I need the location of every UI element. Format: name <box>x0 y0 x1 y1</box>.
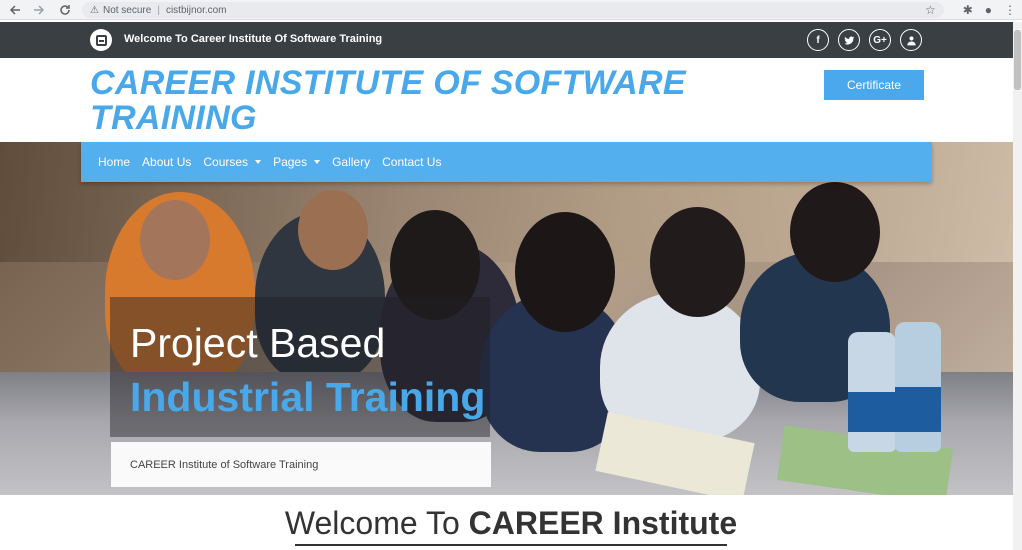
scrollbar-thumb[interactable] <box>1014 30 1021 90</box>
caret-down-icon <box>255 160 262 164</box>
caret-down-icon <box>314 160 321 164</box>
reload-button[interactable] <box>54 0 76 20</box>
facebook-icon[interactable]: f <box>807 29 829 51</box>
nav-item-label: Pages <box>273 155 308 169</box>
institute-logo-icon <box>90 29 112 51</box>
hero-subtitle: CAREER Institute of Software Training <box>111 442 491 487</box>
top-info-bar: Welcome To Career Institute Of Software … <box>0 22 1022 58</box>
nav-item-label: Courses <box>203 155 249 169</box>
student-figure <box>650 207 745 317</box>
twitter-icon[interactable] <box>838 29 860 51</box>
reload-icon <box>60 4 70 15</box>
nav-item-contact-us[interactable]: Contact Us <box>382 155 441 169</box>
back-button[interactable] <box>4 0 26 20</box>
extensions-icon[interactable]: ✱ <box>963 3 973 17</box>
warning-icon: ⚠ <box>90 4 99 16</box>
student-figure <box>140 200 210 280</box>
nav-item-gallery[interactable]: Gallery <box>332 155 370 169</box>
social-links: f G+ <box>807 29 922 51</box>
page-scrollbar[interactable] <box>1013 22 1022 550</box>
bookmark-star-icon[interactable]: ☆ <box>925 0 936 20</box>
site-title[interactable]: CAREER INSTITUTE OF SOFTWARE TRAINING <box>90 66 690 136</box>
menu-kebab-icon[interactable]: ⋮ <box>1004 3 1016 17</box>
security-label: Not secure <box>102 4 152 16</box>
address-divider: | <box>157 4 160 16</box>
nav-item-label: Contact Us <box>382 155 442 169</box>
hero-heading-line1: Project Based <box>130 320 386 366</box>
nav-item-label: Gallery <box>332 155 371 169</box>
google-plus-icon[interactable]: G+ <box>869 29 891 51</box>
nav-item-label: Home <box>98 155 131 169</box>
welcome-heading-bold: CAREER Institute <box>468 505 738 541</box>
site-header: CAREER INSTITUTE OF SOFTWARE TRAINING Ce… <box>0 58 1022 142</box>
hero-heading-line2: Industrial Training <box>130 374 486 420</box>
forward-button[interactable] <box>28 0 50 20</box>
nav-item-label: About Us <box>142 155 192 169</box>
arrow-right-icon <box>34 4 45 15</box>
topbar-welcome-text: Welcome To Career Institute Of Software … <box>124 33 383 45</box>
nav-item-courses[interactable]: Courses <box>203 155 262 169</box>
welcome-heading: Welcome To CAREER Institute <box>0 505 1022 542</box>
welcome-heading-thin: Welcome To <box>284 505 469 541</box>
heading-underline <box>295 544 727 546</box>
nav-item-pages[interactable]: Pages <box>273 155 321 169</box>
browser-toolbar: ⚠ Not secure | cistbijnor.com ☆ ✱ ● ⋮ <box>0 0 1022 20</box>
student-figure <box>298 190 368 270</box>
user-icon[interactable] <box>900 29 922 51</box>
profile-icon[interactable]: ● <box>985 3 992 17</box>
bottle-label <box>895 387 941 432</box>
address-bar[interactable]: ⚠ Not secure | cistbijnor.com <box>82 2 944 18</box>
student-figure <box>790 182 880 282</box>
nav-item-about-us[interactable]: About Us <box>142 155 191 169</box>
main-nav: Home About Us Courses Pages Gallery Cont… <box>81 142 932 182</box>
certificate-button[interactable]: Certificate <box>824 70 924 100</box>
bottle-label <box>848 392 896 432</box>
url-text: cistbijnor.com <box>165 4 227 16</box>
nav-item-home[interactable]: Home <box>98 155 130 169</box>
student-figure <box>515 212 615 332</box>
arrow-left-icon <box>9 4 20 15</box>
